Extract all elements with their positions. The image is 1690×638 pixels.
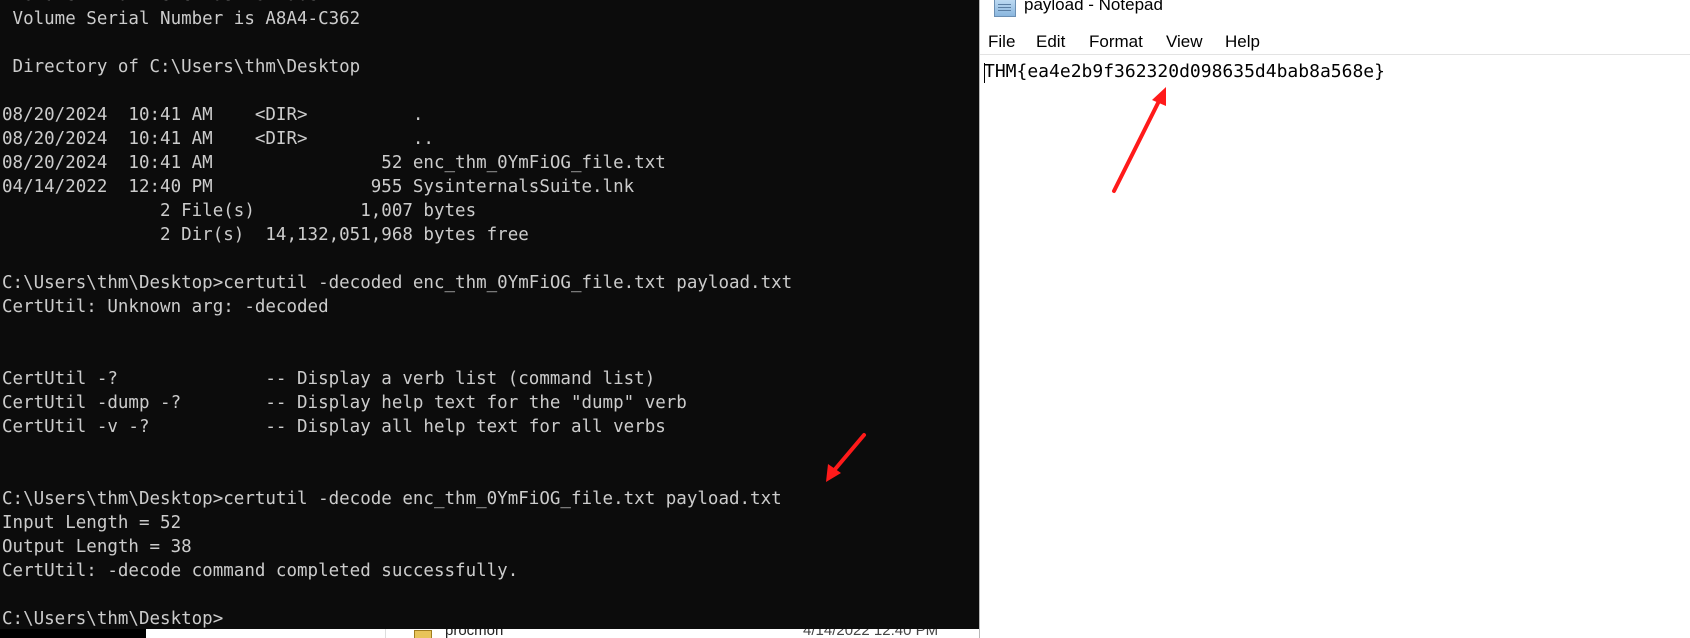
console-line: 08/20/2024 10:41 AM <DIR> . [2, 105, 424, 125]
console-line: 2 File(s) 1,007 bytes [2, 201, 477, 221]
notepad-window[interactable]: payload - Notepad File Edit Format View … [979, 0, 1690, 638]
menu-format[interactable]: Format [1089, 32, 1143, 52]
menu-edit[interactable]: Edit [1036, 32, 1065, 52]
console-line: C:\Users\thm\Desktop>certutil -decoded e… [2, 273, 793, 293]
menu-help[interactable]: Help [1225, 32, 1260, 52]
notepad-titlebar[interactable]: payload - Notepad [980, 0, 1690, 22]
text-caret [984, 63, 985, 83]
file-row-name[interactable]: procmon [445, 629, 503, 638]
console-line: 04/14/2022 12:40 PM 955 SysinternalsSuit… [2, 177, 635, 197]
console-line: 08/20/2024 10:41 AM <DIR> .. [2, 129, 434, 149]
console-line: CertUtil -dump -? -- Display help text f… [2, 393, 687, 413]
console-line: Volume Serial Number is A8A4-C362 [2, 9, 361, 29]
console-line: CertUtil -? -- Display a verb list (comm… [2, 369, 656, 389]
column-divider [385, 629, 386, 638]
console-line: Input Length = 52 [2, 513, 182, 533]
console-line: 08/20/2024 10:41 AM 52 enc_thm_0YmFiOG_f… [2, 153, 666, 173]
console-line: Output Length = 38 [2, 537, 192, 557]
menu-file[interactable]: File [988, 32, 1015, 52]
menu-view[interactable]: View [1166, 32, 1203, 52]
console-output: Volume in drive C has no label. Volume S… [2, 0, 792, 629]
console-line: CertUtil: Unknown arg: -decoded [2, 297, 329, 317]
file-row-date: 4/14/2022 12:40 PM [803, 629, 939, 638]
console-line: CertUtil: -decode command completed succ… [2, 561, 519, 581]
notepad-icon [994, 0, 1016, 17]
console-line: Directory of C:\Users\thm\Desktop [2, 57, 361, 77]
console-line: C:\Users\thm\Desktop>certutil -decode en… [2, 489, 782, 509]
taskbar-fragment [0, 629, 146, 638]
console-line: CertUtil -v -? -- Display all help text … [2, 417, 666, 437]
console-line: Volume in drive C has no label. [2, 0, 792, 7]
console-line: C:\Users\thm\Desktop> [2, 609, 224, 629]
command-prompt-window[interactable]: Volume in drive C has no label. Volume S… [0, 0, 979, 629]
window-title: payload - Notepad [1024, 0, 1163, 14]
menu-bar: File Edit Format View Help [980, 30, 1690, 55]
console-line: 2 Dir(s) 14,132,051,968 bytes free [2, 225, 529, 245]
notepad-text-area[interactable]: THM{ea4e2b9f362320d098635d4bab8a568e} [984, 59, 1684, 629]
explorer-window-strip: procmon 4/14/2022 12:40 PM [0, 629, 979, 638]
shortcut-icon [414, 630, 432, 638]
